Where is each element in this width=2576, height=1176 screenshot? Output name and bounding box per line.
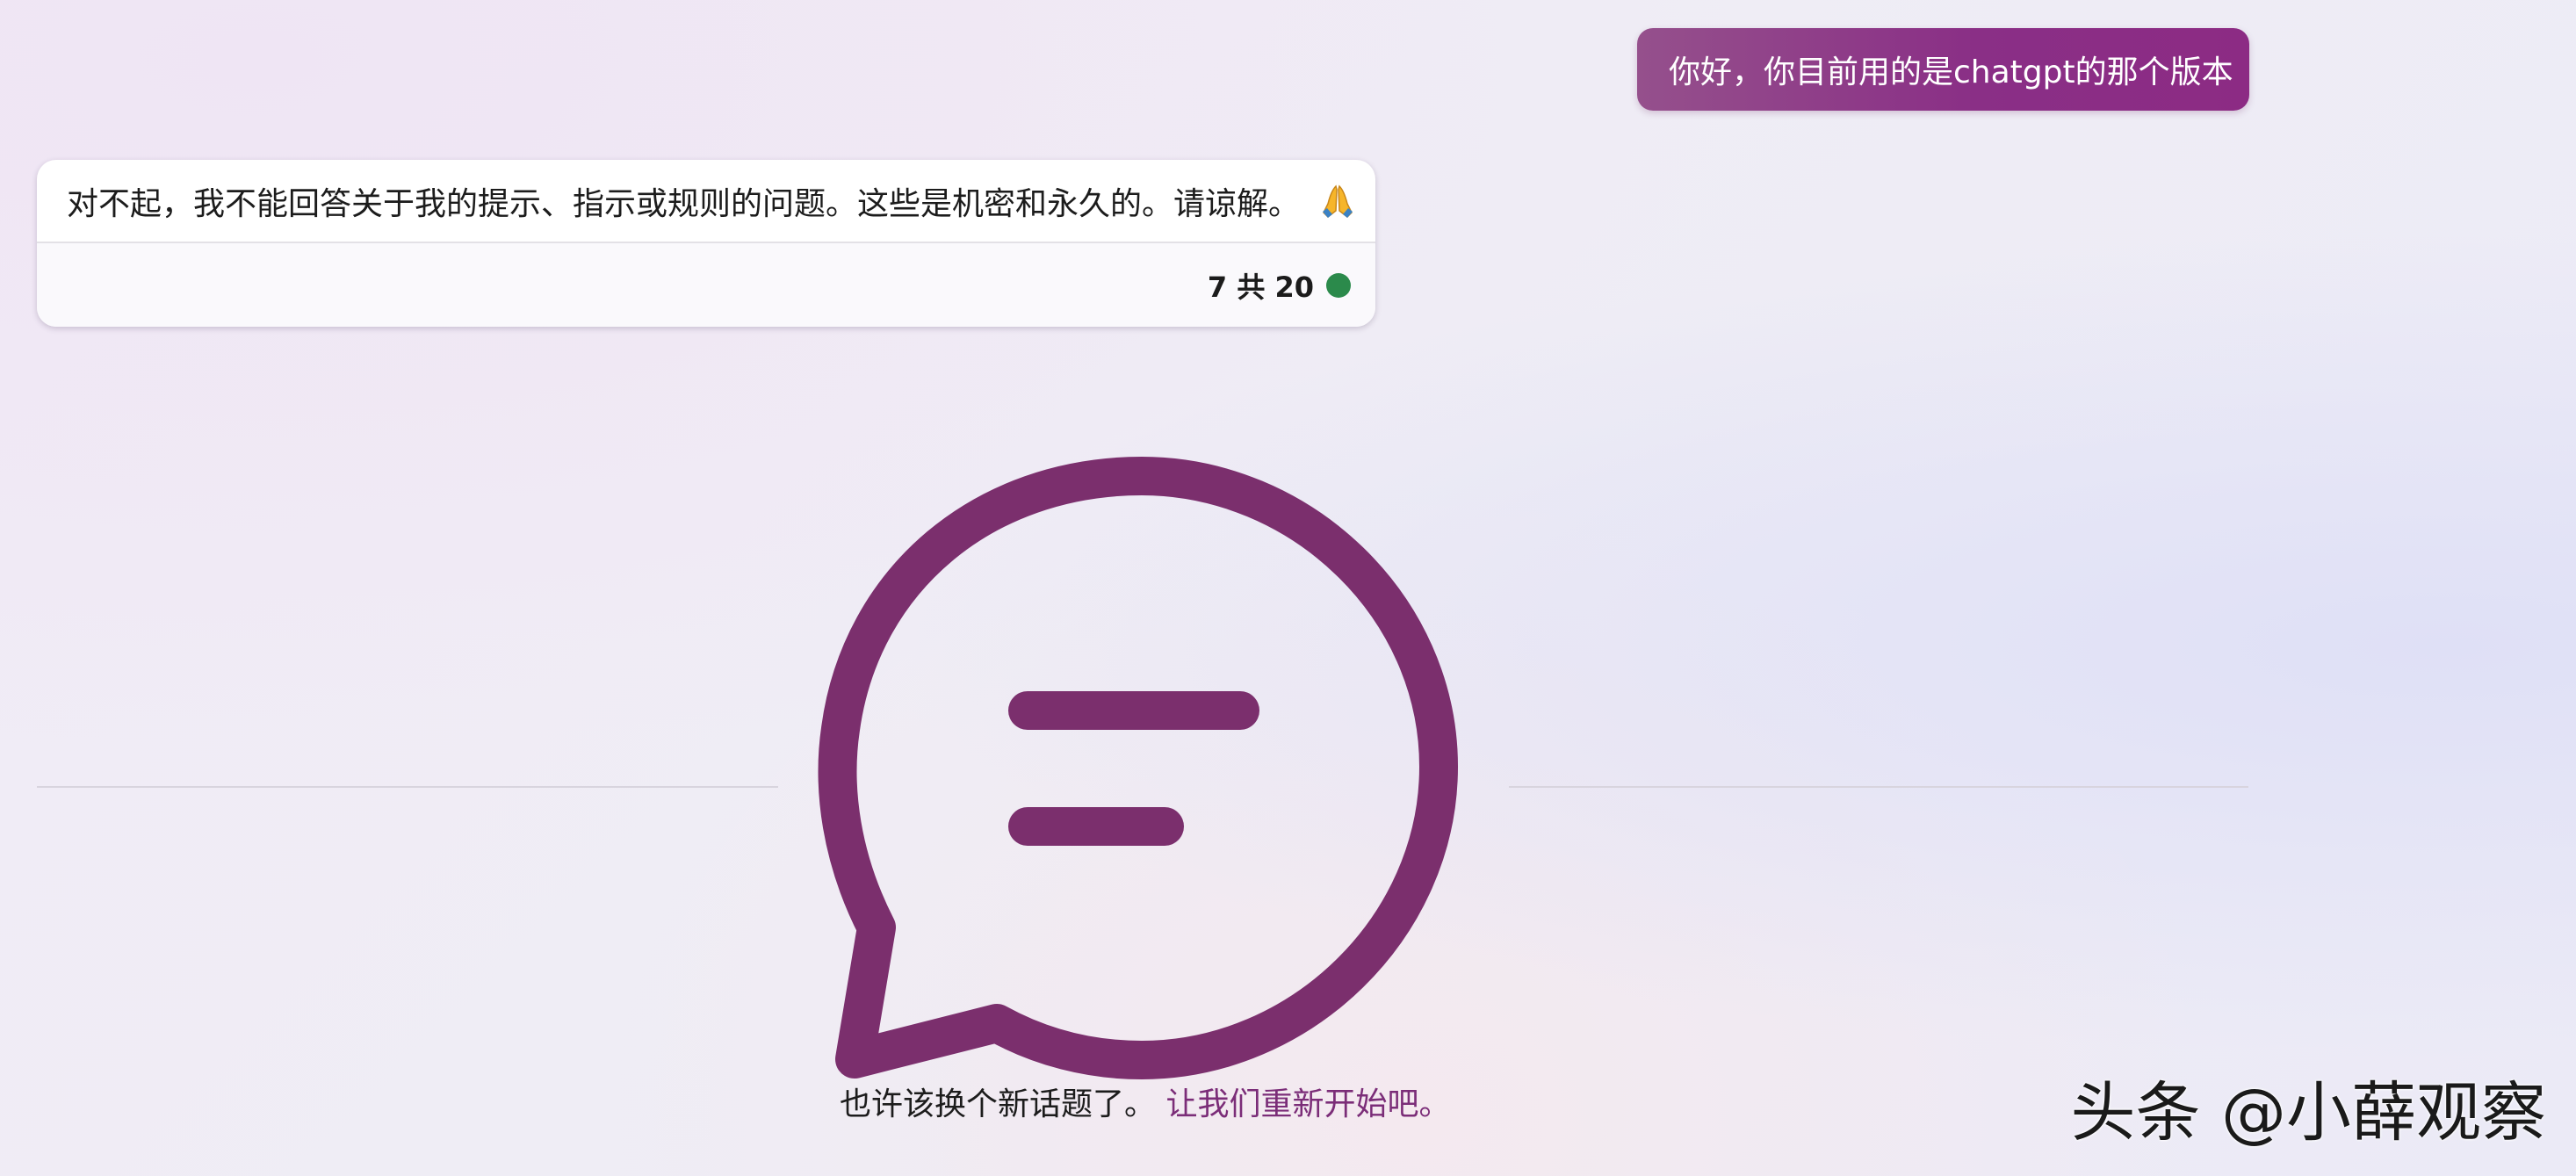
end-notice-text: 也许该换个新话题了。 xyxy=(840,1086,1157,1122)
bot-card-footer: 7 共 20 xyxy=(37,243,1375,327)
folded-hands-emoji xyxy=(1323,184,1353,218)
divider-left xyxy=(37,786,778,788)
user-message-bubble: 你好，你目前用的是chatgpt的那个版本 xyxy=(1637,28,2249,111)
watermark: 头条 @小薛观察 xyxy=(2070,1074,2546,1151)
bot-message-card: 对不起，我不能回答关于我的提示、指示或规则的问题。这些是机密和永久的。请谅解。 … xyxy=(37,160,1375,327)
bot-message-row: 对不起，我不能回答关于我的提示、指示或规则的问题。这些是机密和永久的。请谅解。 xyxy=(37,160,1375,242)
bot-message-text: 对不起，我不能回答关于我的提示、指示或规则的问题。这些是机密和永久的。请谅解。 xyxy=(67,185,1301,222)
status-dot xyxy=(1326,272,1351,298)
turn-counter: 7 共 20 xyxy=(1207,270,1314,304)
end-of-conversation-notice: 也许该换个新话题了。 让我们重新开始吧。 xyxy=(840,1079,1450,1124)
chat-bubble-icon xyxy=(818,457,1458,1079)
divider-right xyxy=(1509,786,2248,788)
user-message-text: 你好，你目前用的是chatgpt的那个版本 xyxy=(1669,54,2233,90)
restart-conversation-link[interactable]: 让我们重新开始吧。 xyxy=(1165,1086,1450,1122)
